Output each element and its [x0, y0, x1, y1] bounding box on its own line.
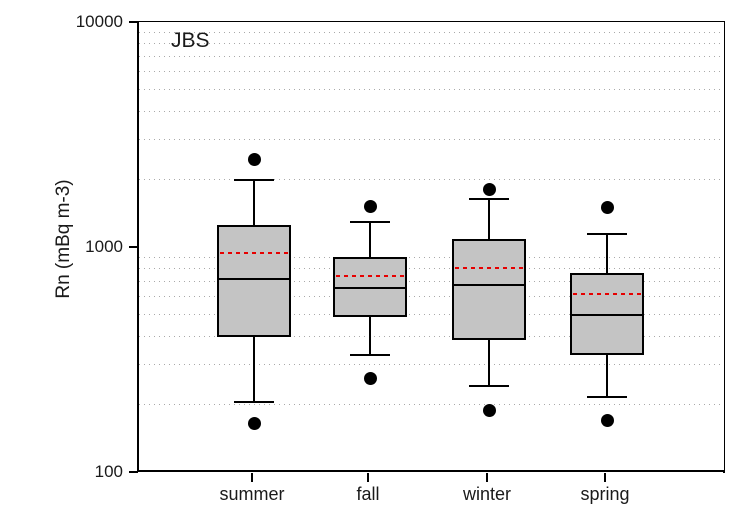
- y-axis-label: Rn (mBq m-3): [53, 179, 74, 299]
- x-axis-tick-label-spring: spring: [580, 484, 630, 504]
- median-line: [570, 313, 644, 316]
- y-axis-tick: [129, 21, 138, 23]
- boxplot-spring: [139, 22, 724, 470]
- x-axis-tick: [367, 473, 369, 482]
- whisker-cap-upper: [587, 233, 627, 236]
- whisker-lower: [606, 355, 608, 398]
- panel-title: JBS: [171, 29, 210, 52]
- y-axis-tick: [129, 246, 138, 248]
- outlier-point: [600, 200, 614, 214]
- x-axis-tick: [604, 473, 606, 482]
- y-axis-tick-label: 100: [94, 462, 123, 481]
- x-axis-tick: [486, 473, 488, 482]
- whisker-cap-lower: [587, 396, 627, 399]
- x-axis-tick: [251, 473, 253, 482]
- chart-figure: Rn (mBq m-3) JBS 10000 1000 100 summer fall…: [0, 0, 751, 518]
- y-axis-tick-label: 1000: [85, 237, 123, 256]
- whisker-upper: [606, 234, 608, 273]
- outlier-point: [600, 413, 614, 427]
- mean-line: [573, 292, 641, 295]
- y-axis-tick-label: 10000: [75, 12, 123, 31]
- y-axis-tick: [129, 471, 138, 473]
- plot-area: [137, 22, 724, 472]
